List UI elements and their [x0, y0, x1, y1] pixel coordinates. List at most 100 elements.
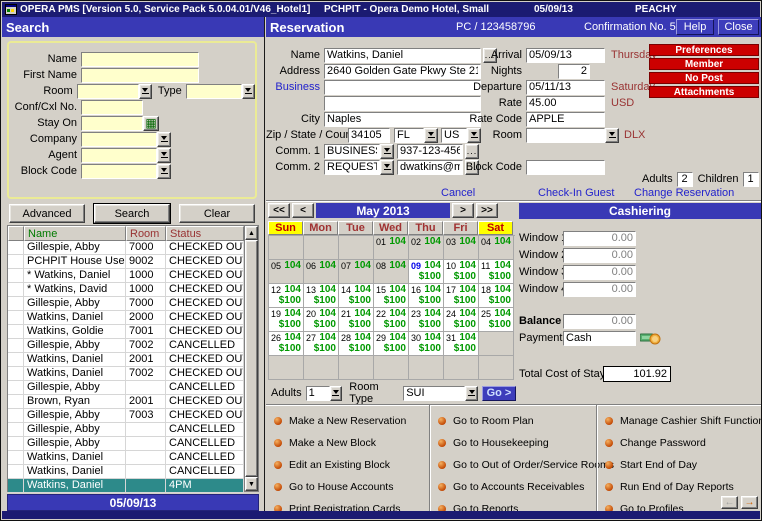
calendar-day-cell[interactable]: 08104 [374, 260, 409, 284]
change-reservation-link[interactable]: Change Reservation [634, 187, 734, 199]
preferences-button[interactable]: Preferences [649, 44, 759, 56]
children-field[interactable] [743, 172, 759, 187]
window-amount-field[interactable] [563, 282, 636, 297]
payment-field[interactable] [563, 331, 636, 346]
menu-item[interactable]: Start End of Day [597, 458, 762, 472]
calendar-day-cell[interactable]: 02104 [409, 236, 444, 260]
calendar-day-cell[interactable]: 13104$100 [304, 284, 339, 308]
calendar-day-cell[interactable]: 14104$100 [339, 284, 374, 308]
company-lov-button[interactable] [157, 132, 171, 147]
cancel-link[interactable]: Cancel [441, 187, 475, 199]
scroll-up-icon[interactable]: ▲ [245, 226, 258, 240]
calendar-day-cell[interactable]: 11104$100 [479, 260, 514, 284]
member-button[interactable]: Member [649, 58, 759, 70]
calendar-day-cell[interactable]: 15104$100 [374, 284, 409, 308]
calendar-day-cell[interactable]: 10104$100 [444, 260, 479, 284]
departure-field[interactable] [526, 80, 605, 95]
calendar-day-cell[interactable]: 21104$100 [339, 308, 374, 332]
menu-item[interactable]: Edit an Existing Block [266, 458, 429, 472]
page-right-icon[interactable]: → [741, 496, 758, 509]
table-row[interactable]: Watkins, Daniel2000CHECKED OUT [8, 311, 244, 325]
search-name-input[interactable] [81, 52, 199, 67]
calendar-day-cell[interactable]: 07104 [339, 260, 374, 284]
advanced-button[interactable]: Advanced [9, 204, 85, 223]
menu-item[interactable]: Make a New Block [266, 436, 429, 450]
calendar-day-cell[interactable]: 19104$100 [269, 308, 304, 332]
calendar-day-cell[interactable]: 12104$100 [269, 284, 304, 308]
search-button[interactable]: Search [94, 204, 170, 223]
table-row[interactable]: Watkins, DanielCANCELLED [8, 465, 244, 479]
calendar-day-cell[interactable]: 16104$100 [409, 284, 444, 308]
status-column-header[interactable]: Status [166, 226, 244, 241]
calendar-day-cell[interactable]: 18104$100 [479, 284, 514, 308]
room-column-header[interactable]: Room [126, 226, 166, 241]
check-in-guest-link[interactable]: Check-In Guest [538, 187, 614, 199]
calendar-icon[interactable]: ▦ [143, 116, 159, 131]
nights-field[interactable] [558, 64, 590, 79]
cal-adults-field[interactable] [306, 386, 330, 401]
go-button[interactable]: Go > [482, 386, 516, 401]
calendar-day-cell[interactable]: 26104$100 [269, 332, 304, 356]
search-type-input[interactable] [186, 84, 242, 99]
business-link[interactable]: Business [266, 81, 324, 93]
calendar-day-cell[interactable]: 27104$100 [304, 332, 339, 356]
results-scrollbar[interactable]: ▲ ▼ [244, 226, 258, 491]
menu-item[interactable]: Go to Room Plan [430, 414, 596, 428]
menu-item[interactable]: Change Password [597, 436, 762, 450]
window-amount-field[interactable] [563, 265, 636, 280]
calendar-day-cell[interactable]: 17104$100 [444, 284, 479, 308]
resv-block-code-field[interactable] [526, 160, 605, 175]
calendar-day-cell[interactable]: 20104$100 [304, 308, 339, 332]
comm2-type-field[interactable] [324, 160, 380, 175]
name-column-header[interactable]: Name [24, 226, 126, 241]
table-row[interactable]: Gillespie, Abby7002CANCELLED [8, 339, 244, 353]
room-number-field[interactable] [526, 128, 605, 143]
attachments-button[interactable]: Attachments [649, 86, 759, 98]
comm1-type-field[interactable] [324, 144, 380, 159]
search-company-input[interactable] [81, 132, 157, 147]
menu-item[interactable]: Go to Accounts Receivables [430, 480, 596, 494]
search-agent-input[interactable] [81, 148, 157, 163]
prev-year-button[interactable]: << [268, 203, 290, 218]
menu-item[interactable]: Make a New Reservation [266, 414, 429, 428]
next-year-button[interactable]: >> [476, 203, 498, 218]
close-button[interactable]: Close [718, 19, 759, 35]
search-stay-on-input[interactable] [81, 116, 143, 131]
cal-adults-lov-button[interactable] [330, 386, 343, 401]
table-row[interactable]: Gillespie, AbbyCANCELLED [8, 381, 244, 395]
calendar-day-cell[interactable]: 29104$100 [374, 332, 409, 356]
state-field[interactable] [394, 128, 424, 143]
adults-field[interactable] [677, 172, 693, 187]
table-row[interactable]: * Watkins, Daniel1000CHECKED OUT [8, 269, 244, 283]
search-conf-input[interactable] [81, 100, 143, 115]
balance-field[interactable] [563, 314, 636, 329]
table-row[interactable]: PCHPIT House Use9002CHECKED OUT [8, 255, 244, 269]
scroll-down-icon[interactable]: ▼ [245, 477, 258, 491]
search-block-code-input[interactable] [81, 164, 157, 179]
table-row[interactable]: Watkins, DanielCANCELLED [8, 451, 244, 465]
no-post-button[interactable]: No Post [649, 72, 759, 84]
prev-month-button[interactable]: < [292, 203, 314, 218]
comm1-value-field[interactable] [397, 144, 463, 159]
block-code-lov-button[interactable] [157, 164, 171, 179]
help-button[interactable]: Help [676, 19, 714, 35]
table-row[interactable]: Gillespie, AbbyCANCELLED [8, 423, 244, 437]
page-left-icon[interactable]: ← [721, 496, 738, 509]
calendar-day-cell[interactable]: 05104 [269, 260, 304, 284]
room-number-lov-button[interactable] [605, 128, 619, 143]
state-lov-button[interactable] [424, 128, 438, 143]
clear-button[interactable]: Clear [179, 204, 255, 223]
menu-item[interactable]: Go to Out of Order/Service Rooms [430, 458, 596, 472]
comm2-lov-button[interactable] [380, 160, 394, 175]
calendar-day-cell[interactable]: 22104$100 [374, 308, 409, 332]
table-row[interactable]: Gillespie, Abby7000CHECKED OUT [8, 241, 244, 255]
agent-lov-button[interactable] [157, 148, 171, 163]
comm1-ellipsis-button[interactable]: ... [465, 144, 479, 159]
table-row[interactable]: Brown, Ryan2001CHECKED OUT [8, 395, 244, 409]
calendar-day-cell[interactable]: 31104$100 [444, 332, 479, 356]
cal-room-type-field[interactable] [403, 386, 465, 401]
calendar-day-cell[interactable]: 09104$100 [409, 260, 444, 284]
table-row[interactable]: Watkins, Daniel2001CHECKED OUT [8, 353, 244, 367]
scrollbar-thumb[interactable] [245, 240, 258, 477]
calendar-day-cell[interactable]: 03104 [444, 236, 479, 260]
